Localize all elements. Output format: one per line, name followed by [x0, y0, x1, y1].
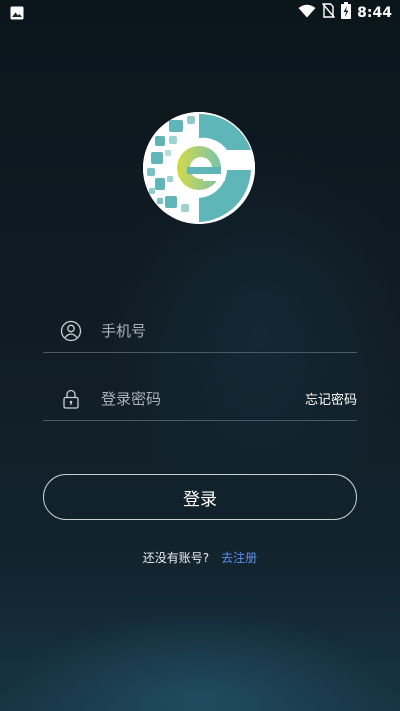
no-sim-icon	[322, 3, 336, 22]
phone-input[interactable]	[101, 318, 291, 344]
login-button[interactable]: 登录	[43, 474, 357, 520]
wifi-icon	[298, 3, 316, 22]
user-icon	[60, 320, 82, 342]
status-bar: 8:44	[0, 0, 400, 24]
password-field: 忘记密码	[43, 380, 357, 421]
register-link[interactable]: 去注册	[221, 551, 257, 565]
app-logo	[143, 112, 255, 224]
register-row: 还没有账号? 去注册	[0, 549, 400, 566]
password-input[interactable]	[101, 386, 291, 412]
forgot-password-link[interactable]: 忘记密码	[305, 389, 357, 408]
status-time: 8:44	[357, 4, 392, 21]
e-logo-icon	[143, 112, 255, 224]
image-icon	[10, 5, 24, 24]
register-prompt: 还没有账号?	[142, 551, 210, 565]
lock-icon	[60, 388, 82, 410]
phone-field	[43, 312, 357, 353]
battery-charging-icon	[341, 2, 352, 23]
